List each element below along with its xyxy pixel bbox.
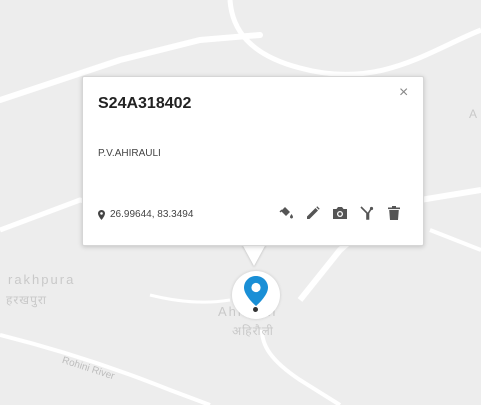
pin-icon	[98, 209, 105, 220]
popup-tail	[242, 244, 266, 266]
marker-anchor-dot	[253, 307, 258, 312]
edge-place-label: A	[468, 107, 477, 121]
filter-icon[interactable]	[359, 205, 375, 221]
place-label-hi: हरखपुरा	[6, 293, 47, 307]
village-label-hi: अहिरौली	[232, 324, 274, 338]
popup-title: S24A318402	[98, 95, 192, 112]
location-pin-icon	[244, 276, 268, 306]
coordinates-text: 26.99644, 83.3494	[110, 209, 194, 220]
camera-icon[interactable]	[332, 205, 348, 221]
popup-subtitle: P.V.AHIRAULI	[98, 148, 161, 159]
trash-icon[interactable]	[386, 205, 402, 221]
coordinates-row: 26.99644, 83.3494	[98, 209, 193, 220]
pencil-icon[interactable]	[305, 205, 321, 221]
popup-actions	[278, 205, 402, 221]
place-label-en: rakhpura	[8, 272, 76, 287]
location-marker[interactable]	[232, 271, 280, 319]
close-icon[interactable]: ×	[399, 85, 408, 101]
info-popup: S24A318402 × P.V.AHIRAULI 26.99644, 83.3…	[82, 76, 424, 246]
paint-bucket-icon[interactable]	[278, 205, 294, 221]
